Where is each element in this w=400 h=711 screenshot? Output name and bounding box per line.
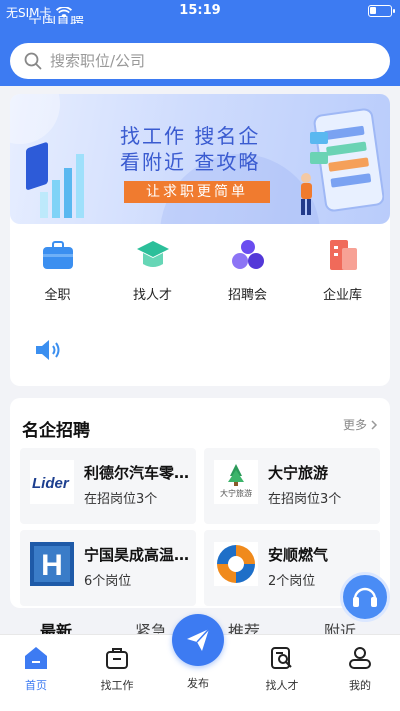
home-icon [25,647,47,669]
nav-find-job[interactable]: 找工作 [87,645,147,693]
speaker-icon[interactable] [34,338,62,362]
search-input[interactable] [50,52,350,70]
nav-mine[interactable]: 我的 [330,645,390,693]
group-icon [231,240,264,269]
svg-text:大宁旅游: 大宁旅游 [220,488,252,498]
chevron-right-icon [371,419,378,430]
publish-button[interactable] [172,614,224,666]
category-find-talent[interactable]: 找人才 [105,238,200,303]
search-icon [24,52,42,70]
svg-text:Lider: Lider [32,475,70,492]
category-label: 招聘会 [227,288,267,303]
category-label: 找人才 [132,288,172,303]
banner-line-2: 看附近 查攻略 [120,150,261,174]
nav-label-publish: 发布 [187,677,209,690]
nav-label: 我的 [349,679,371,692]
category-full-time[interactable]: 全职 [10,238,105,303]
more-label: 更多 [342,418,367,432]
category-row: 全职 找人才 招聘会 企业库 [10,238,390,303]
company-card[interactable]: H 宁国昊成高温材料 6个岗位 [20,530,196,606]
svg-text:H: H [41,549,63,582]
promo-banner[interactable]: 找工作 搜名企 看附近 查攻略 让求职更简单 [10,94,390,224]
company-logo [214,542,258,586]
category-label: 全职 [44,288,71,303]
nav-label: 找人才 [265,679,299,692]
company-logo: Lider [30,460,74,504]
customer-service-button[interactable] [340,572,390,622]
nav-home[interactable]: 首页 [6,645,66,693]
paper-plane-icon [187,628,210,651]
nav-label: 找工作 [100,679,134,692]
search-bar[interactable] [10,43,390,79]
chart-illustration [26,142,84,218]
category-job-fair[interactable]: 招聘会 [200,238,295,303]
banner-slogan: 让求职更简单 [124,181,270,203]
nav-label: 首页 [25,679,47,692]
company-jobs: 在招岗位3个 [84,492,158,507]
company-name: 利德尔汽车零部件 [84,464,194,482]
company-logo: 大宁旅游 [214,460,258,504]
company-name: 宁国昊成高温材料 [84,546,194,564]
headset-icon [353,587,377,607]
briefcase-icon [106,648,128,669]
company-name: 安顺燃气 [268,546,329,564]
company-jobs: 2个岗位 [268,574,316,589]
nav-find-talent[interactable]: 找人才 [252,645,312,693]
company-jobs: 在招岗位3个 [268,492,342,507]
search-document-icon [271,647,292,669]
main-card: 找工作 搜名企 看附近 查攻略 让求职更简单 全职 找人才 招聘会 企业库 [10,94,390,386]
famous-companies-section: 名企招聘 更多 Lider 利德尔汽车零部件 在招岗位3个 大宁旅游 大宁旅游 … [10,398,390,608]
category-company-library[interactable]: 企业库 [295,238,390,303]
app-title: 宁国直聘 [28,16,84,24]
more-link[interactable]: 更多 [343,416,378,433]
banner-line-1: 找工作 搜名企 [120,124,261,148]
company-jobs: 6个岗位 [84,574,132,589]
section-title: 名企招聘 [22,421,90,441]
company-logo: H [30,542,74,586]
building-icon [329,240,357,270]
user-icon [349,647,371,669]
company-card[interactable]: Lider 利德尔汽车零部件 在招岗位3个 [20,448,196,524]
phone-illustration [301,108,384,215]
company-name: 大宁旅游 [268,464,329,482]
battery-icon [368,5,395,17]
graduation-cap-icon [136,241,169,267]
briefcase-icon [42,241,73,269]
company-card[interactable]: 大宁旅游 大宁旅游 在招岗位3个 [204,448,380,524]
category-label: 企业库 [322,288,362,303]
